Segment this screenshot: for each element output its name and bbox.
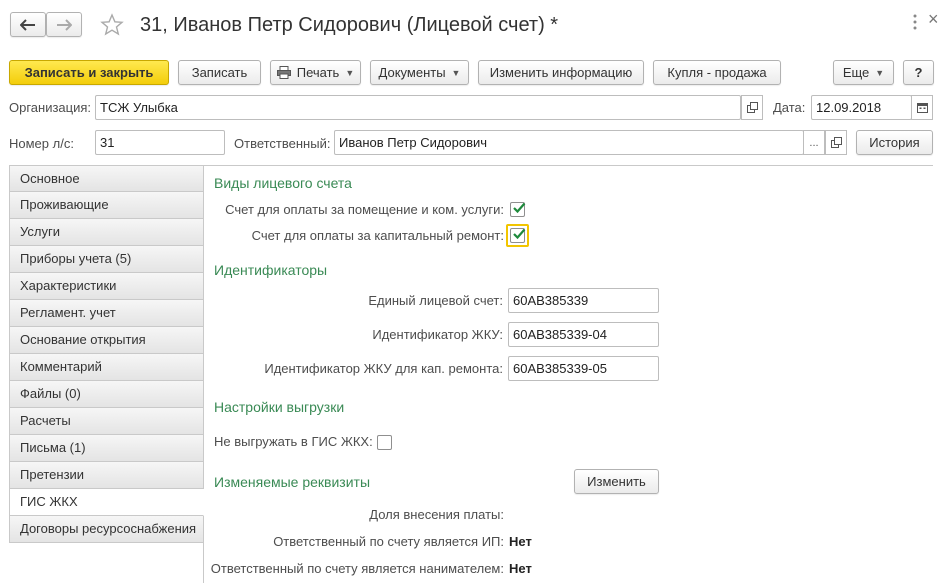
- arrow-right-icon: [57, 18, 72, 31]
- export-settings-heading: Настройки выгрузки: [214, 399, 345, 415]
- tab-characteristics[interactable]: Характеристики: [9, 273, 204, 300]
- tab-residents[interactable]: Проживающие: [9, 192, 204, 219]
- tab-regulated-accounting[interactable]: Регламент. учет: [9, 300, 204, 327]
- calendar-icon: [916, 103, 928, 113]
- open-link-icon: [746, 102, 758, 113]
- documents-button[interactable]: Документы ▼: [370, 60, 469, 85]
- account-types-heading: Виды лицевого счета: [214, 175, 352, 191]
- tab-meters[interactable]: Приборы учета (5): [9, 246, 204, 273]
- capital-account-label: Счет для оплаты за капитальный ремонт:: [251, 228, 504, 243]
- responsible-open-button[interactable]: [825, 130, 847, 155]
- no-export-checkbox[interactable]: [377, 435, 392, 450]
- zhku-capital-id-field[interactable]: 60АВ385339-05: [508, 356, 659, 381]
- open-link-icon: [830, 137, 842, 148]
- premises-account-label: Счет для оплаты за помещение и ком. услу…: [225, 202, 504, 217]
- page-title: 31, Иванов Петр Сидорович (Лицевой счет)…: [140, 14, 559, 36]
- favorite-star-icon[interactable]: [100, 13, 124, 40]
- tab-calculations[interactable]: Расчеты: [9, 408, 204, 435]
- calendar-button[interactable]: [911, 95, 933, 120]
- account-number-label: Номер л/с:: [9, 136, 74, 151]
- payment-share-label: Доля внесения платы:: [369, 507, 504, 522]
- change-button[interactable]: Изменить: [574, 469, 659, 494]
- more-button[interactable]: Еще ▼: [833, 60, 894, 85]
- change-info-button[interactable]: Изменить информацию: [478, 60, 644, 85]
- tab-list: Основное Проживающие Услуги Приборы учет…: [9, 165, 204, 543]
- print-label: Печать: [296, 65, 340, 80]
- org-open-button[interactable]: [741, 95, 763, 120]
- zhku-id-label: Идентификатор ЖКУ:: [372, 327, 503, 342]
- help-label: ?: [914, 65, 923, 80]
- change-info-label: Изменить информацию: [489, 65, 633, 80]
- responsible-label: Ответственный:: [234, 136, 331, 151]
- checkmark-icon: [513, 202, 526, 214]
- org-field[interactable]: ТСЖ Улыбка: [95, 95, 741, 120]
- responsible-tenant-value: Нет: [509, 561, 532, 576]
- save-and-close-button[interactable]: Записать и закрыть: [9, 60, 169, 85]
- chevron-down-icon: ▼: [451, 67, 461, 78]
- zhku-capital-id-label: Идентификатор ЖКУ для кап. ремонта:: [264, 361, 503, 376]
- more-label: Еще: [842, 65, 870, 80]
- save-label: Записать: [191, 65, 248, 80]
- tab-files[interactable]: Файлы (0): [9, 381, 204, 408]
- date-label: Дата:: [773, 100, 806, 115]
- documents-label: Документы: [378, 65, 446, 80]
- history-button[interactable]: История: [856, 130, 933, 155]
- unified-account-field[interactable]: 60АВ385339: [508, 288, 659, 313]
- no-export-label: Не выгружать в ГИС ЖКХ:: [214, 434, 373, 449]
- back-button[interactable]: [10, 12, 46, 37]
- help-button[interactable]: ?: [903, 60, 934, 85]
- save-button[interactable]: Записать: [178, 60, 261, 85]
- zhku-id-field[interactable]: 60АВ385339-04: [508, 322, 659, 347]
- buy-sell-button[interactable]: Купля - продажа: [653, 60, 781, 85]
- change-label: Изменить: [587, 474, 646, 489]
- printer-icon: [276, 66, 291, 79]
- responsible-select-button[interactable]: ...: [803, 130, 825, 155]
- variable-attributes-heading: Изменяемые реквизиты: [214, 474, 371, 490]
- tab-opening-basis[interactable]: Основание открытия: [9, 327, 204, 354]
- capital-account-checkbox[interactable]: [510, 228, 526, 243]
- date-field[interactable]: 12.09.2018: [811, 95, 912, 120]
- responsible-field[interactable]: Иванов Петр Сидорович: [334, 130, 804, 155]
- tab-letters[interactable]: Письма (1): [9, 435, 204, 462]
- org-label: Организация:: [9, 100, 92, 115]
- identifiers-heading: Идентификаторы: [214, 262, 328, 278]
- premises-account-checkbox[interactable]: [510, 202, 526, 217]
- more-vertical-icon[interactable]: [913, 14, 919, 33]
- responsible-ip-label: Ответственный по счету является ИП:: [273, 534, 504, 549]
- history-label: История: [869, 135, 920, 150]
- print-button[interactable]: Печать ▼: [270, 60, 361, 85]
- arrow-left-icon: [20, 18, 35, 31]
- forward-button[interactable]: [46, 12, 82, 37]
- responsible-ip-value: Нет: [509, 534, 532, 549]
- chevron-down-icon: ▼: [345, 67, 355, 78]
- checkmark-icon: [513, 228, 526, 240]
- tab-osnovnoe[interactable]: Основное: [9, 165, 204, 192]
- account-number-field[interactable]: 31: [95, 130, 225, 155]
- save-and-close-label: Записать и закрыть: [24, 65, 154, 80]
- chevron-down-icon: ▼: [875, 67, 885, 78]
- tab-gis-zhkh[interactable]: ГИС ЖКХ: [9, 489, 204, 516]
- buy-sell-label: Купля - продажа: [667, 65, 767, 80]
- unified-account-label: Единый лицевой счет:: [368, 293, 503, 308]
- tab-services[interactable]: Услуги: [9, 219, 204, 246]
- tab-claims[interactable]: Претензии: [9, 462, 204, 489]
- tab-resource-contracts[interactable]: Договоры ресурсоснабжения: [9, 516, 204, 543]
- close-icon[interactable]: ×: [928, 9, 939, 30]
- tab-comment[interactable]: Комментарий: [9, 354, 204, 381]
- responsible-tenant-label: Ответственный по счету является нанимате…: [210, 561, 504, 576]
